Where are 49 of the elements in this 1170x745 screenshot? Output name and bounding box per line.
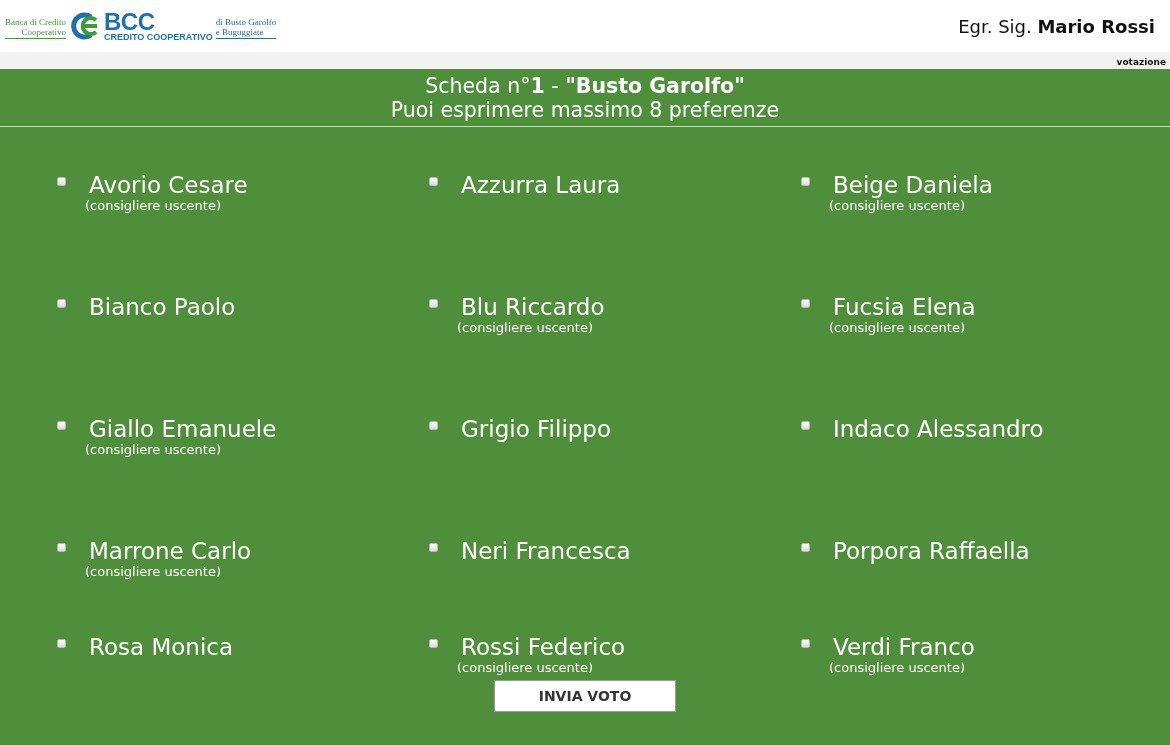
candidate-name: Porpora Raffaella: [833, 537, 1030, 564]
candidate-note: (consigliere uscente): [85, 442, 222, 458]
checkbox[interactable]: [429, 543, 438, 552]
candidate-note: (consigliere uscente): [829, 660, 966, 676]
checkbox[interactable]: [801, 421, 810, 430]
candidate-name: Rosa Monica: [89, 633, 234, 660]
candidate-name: Indaco Alessandro: [833, 415, 1044, 442]
candidate-name: Verdi Franco: [833, 633, 975, 660]
checkbox[interactable]: [801, 299, 810, 308]
candidate-name: Bianco Paolo: [89, 293, 236, 320]
candidate-note: (consigliere uscente): [829, 198, 966, 214]
candidate-note: (consigliere uscente): [457, 660, 594, 676]
candidate-note: (consigliere uscente): [457, 320, 594, 336]
checkbox[interactable]: [429, 177, 438, 186]
candidate-note: (consigliere uscente): [85, 564, 222, 580]
candidate-name: Azzurra Laura: [461, 171, 621, 198]
user-greeting: Egr. Sig. Mario Rossi: [958, 15, 1155, 37]
submit-button[interactable]: INVIA VOTO: [494, 680, 676, 712]
candidate-name: Marrone Carlo: [89, 537, 252, 564]
logo-text: Banca di Credito: [5, 17, 66, 27]
checkbox[interactable]: [429, 639, 438, 648]
candidate-name: Rossi Federico: [461, 633, 626, 660]
candidate-note: (consigliere uscente): [829, 320, 966, 336]
candidate-name: Fucsia Elena: [833, 293, 976, 320]
checkbox[interactable]: [57, 177, 66, 186]
checkbox[interactable]: [801, 177, 810, 186]
candidate-name: Giallo Emanuele: [89, 415, 277, 442]
checkbox[interactable]: [57, 543, 66, 552]
checkbox[interactable]: [57, 639, 66, 648]
ballot-subtitle: Puoi esprimere massimo 8 preferenze: [390, 98, 780, 122]
logo-wordmark: BCC: [104, 10, 155, 32]
candidate-name: Neri Francesca: [461, 537, 631, 564]
candidate-name: Avorio Cesare: [89, 171, 248, 198]
candidate-name: Grigio Filippo: [461, 415, 612, 442]
logo-text: Cooperativo: [21, 27, 66, 37]
ballot-title: Scheda n°1 - "Busto Garolfo": [425, 74, 745, 98]
checkbox[interactable]: [429, 299, 438, 308]
logo-tagline: CREDITO COOPERATIVO: [104, 31, 213, 42]
candidate-note: (consigliere uscente): [85, 198, 222, 214]
checkbox[interactable]: [801, 639, 810, 648]
candidate-name: Blu Riccardo: [461, 293, 605, 320]
checkbox[interactable]: [801, 543, 810, 552]
nav-label: votazione: [1116, 57, 1166, 67]
checkbox[interactable]: [429, 421, 438, 430]
candidate-name: Beige Daniela: [833, 171, 993, 198]
checkbox[interactable]: [57, 299, 66, 308]
logo-text: di Busto Garolfo: [215, 17, 277, 27]
logo-text: e Buguggiate: [215, 27, 264, 37]
checkbox[interactable]: [57, 421, 66, 430]
